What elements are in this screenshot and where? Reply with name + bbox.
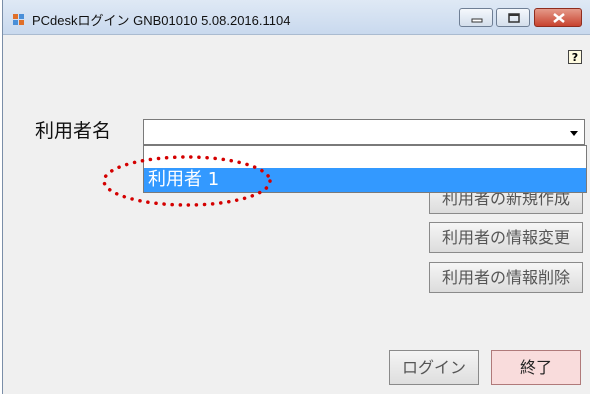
help-icon[interactable]: ?: [568, 50, 582, 64]
app-icon: [13, 14, 24, 25]
title-bar[interactable]: PCdeskログイン GNB01010 5.08.2016.1104: [3, 0, 590, 35]
user-name-label: 利用者名: [35, 120, 112, 142]
maximize-button[interactable]: [496, 8, 530, 27]
login-button[interactable]: ログイン: [389, 350, 479, 385]
minimize-icon: [471, 18, 483, 23]
close-icon: [553, 13, 565, 23]
dropdown-item-user-1[interactable]: 利用者 1: [144, 168, 586, 192]
minimize-button[interactable]: [459, 8, 493, 27]
delete-user-button[interactable]: 利用者の情報削除: [429, 262, 583, 293]
login-window: PCdeskログイン GNB01010 5.08.2016.1104 ? 利用者…: [2, 0, 590, 394]
edit-user-button[interactable]: 利用者の情報変更: [429, 222, 583, 253]
maximize-icon: [508, 13, 520, 23]
chevron-down-icon[interactable]: [565, 121, 583, 143]
close-button[interactable]: [534, 8, 582, 27]
user-dropdown-list: 利用者 1: [143, 145, 587, 193]
exit-button[interactable]: 終了: [491, 350, 581, 385]
user-name-combobox[interactable]: [143, 119, 585, 145]
window-title: PCdeskログイン GNB01010 5.08.2016.1104: [32, 13, 291, 28]
dropdown-empty-item[interactable]: [144, 146, 586, 168]
